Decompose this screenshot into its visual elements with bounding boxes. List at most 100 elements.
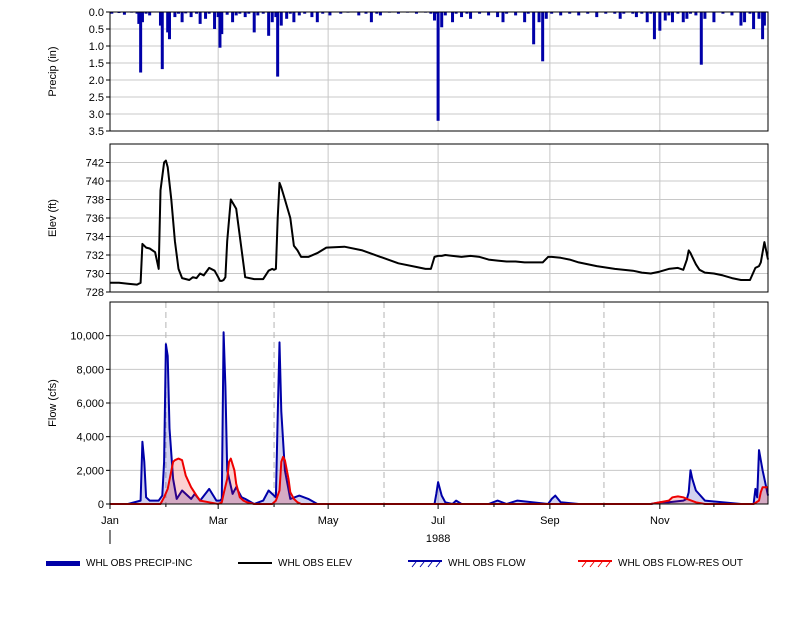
precip-bar <box>252 12 256 33</box>
precip-bar <box>730 12 734 16</box>
precip-bar <box>204 12 208 19</box>
precip-bar <box>285 12 289 19</box>
precip-bar <box>276 12 280 77</box>
y-tick-label: 734 <box>86 232 104 244</box>
y-tick-label: 2,000 <box>76 465 104 477</box>
precip-bar <box>256 12 260 16</box>
legend-item-precip: WHL OBS PRECIP-INC <box>46 553 192 573</box>
precip-panel: 0.0 0.5 1.0 1.5 2.0 2.5 3.0 3.5 Precip (in) <box>47 7 769 138</box>
precip-bar <box>634 12 638 18</box>
precip-bar <box>443 12 447 16</box>
precip-bar <box>514 12 518 16</box>
precip-bar <box>645 12 649 23</box>
precip-bar <box>310 12 314 18</box>
y-tick-label: 4,000 <box>76 432 104 444</box>
precip-bar <box>378 12 382 16</box>
series-fill <box>110 332 768 504</box>
precip-bar <box>739 12 743 26</box>
y-axis-label: Precip (in) <box>47 46 59 96</box>
precip-bar <box>270 12 274 23</box>
x-axis: Jan Mar May Jul Sep Nov 1988 <box>101 504 715 545</box>
precip-bar <box>436 12 440 121</box>
precip-bar <box>681 12 685 23</box>
legend-item-flow: WHL OBS FLOW <box>408 553 525 573</box>
legend: WHL OBS PRECIP-INC WHL OBS ELEV WHL OBS … <box>0 553 800 577</box>
y-tick-label: 740 <box>86 176 104 188</box>
precip-bar <box>544 12 548 19</box>
precip-bar <box>703 12 707 19</box>
precip-bar <box>315 12 319 23</box>
hydrograph-chart: 0.00.51.01.52.02.53.03.5Precip (in) 7287… <box>47 7 769 545</box>
precip-bar <box>501 12 505 23</box>
precip-bar <box>148 12 152 16</box>
y-tick-label: 1.0 <box>89 41 104 53</box>
precip-bar <box>523 12 527 23</box>
legend-label-precip: WHL OBS PRECIP-INC <box>86 557 193 569</box>
x-tick-label: Jul <box>431 515 445 527</box>
x-tick-label: Jan <box>101 515 119 527</box>
precip-bar <box>670 12 674 23</box>
precip-bar <box>292 12 296 23</box>
precip-bar <box>559 12 563 16</box>
legend-swatch-flow <box>408 560 442 568</box>
precip-bar <box>663 12 667 21</box>
precip-bar <box>757 12 761 19</box>
y-tick-label: 738 <box>86 195 104 207</box>
x-tick-label: Nov <box>650 515 670 527</box>
y-tick-label: 3.5 <box>89 126 104 138</box>
precip-bar <box>685 12 689 19</box>
legend-label-flow: WHL OBS FLOW <box>448 557 526 569</box>
y-tick-label: 0 <box>98 499 104 511</box>
y-tick-label: 6,000 <box>76 398 104 410</box>
precip-bar <box>297 12 301 16</box>
y-tick-label: 2.0 <box>89 75 104 87</box>
legend-item-res-out: WHL OBS FLOW-RES OUT <box>578 553 743 573</box>
precip-bar <box>189 12 193 18</box>
x-tick-label: Sep <box>540 515 560 527</box>
precip-bar <box>213 12 217 29</box>
legend-label-res-out: WHL OBS FLOW-RES OUT <box>618 557 744 569</box>
precip-bar <box>595 12 599 18</box>
precip-bar <box>328 12 332 16</box>
precip-bar <box>369 12 373 23</box>
y-tick-label: 732 <box>86 250 104 262</box>
precip-bar <box>496 12 500 18</box>
x-tick-label: Mar <box>209 515 228 527</box>
precip-bar <box>180 12 184 23</box>
precip-bar <box>752 12 756 29</box>
precip-bar <box>140 12 144 23</box>
y-tick-label: 10,000 <box>70 331 104 343</box>
flow-panel: 0 2,000 4,000 6,000 8,000 10,000 Flow (cfs) <box>47 301 769 511</box>
precip-bar <box>762 12 766 26</box>
precip-bar <box>173 12 177 18</box>
y-tick-label: 742 <box>86 158 104 170</box>
precip-bar <box>451 12 455 23</box>
y-tick-label: 736 <box>86 213 104 225</box>
precip-bar <box>694 12 698 16</box>
x-year-label: 1988 <box>426 533 450 545</box>
precip-bar <box>220 12 224 35</box>
precip-bar <box>160 12 164 70</box>
precip-bar <box>234 12 238 16</box>
precip-bar <box>460 12 464 18</box>
precip-bar <box>537 12 541 23</box>
legend-swatch-precip <box>46 561 80 566</box>
y-tick-label: 2.5 <box>89 92 104 104</box>
y-tick-label: 3.0 <box>89 109 104 121</box>
precip-bar <box>652 12 656 40</box>
precip-bar <box>618 12 622 19</box>
precip-bar <box>743 12 747 23</box>
precip-bar <box>167 12 171 40</box>
precip-bar <box>487 12 491 16</box>
precip-bar <box>279 12 283 26</box>
series-line <box>110 331 769 505</box>
legend-item-elev: WHL OBS ELEV <box>238 553 352 573</box>
precip-bar <box>532 12 536 45</box>
x-tick-label: May <box>318 515 339 527</box>
precip-bar <box>658 12 662 31</box>
legend-swatch-res-out <box>578 560 612 568</box>
y-tick-label: 0.5 <box>89 24 104 36</box>
precip-bar <box>712 12 716 23</box>
series-line <box>110 159 769 286</box>
precip-bar <box>440 12 444 28</box>
